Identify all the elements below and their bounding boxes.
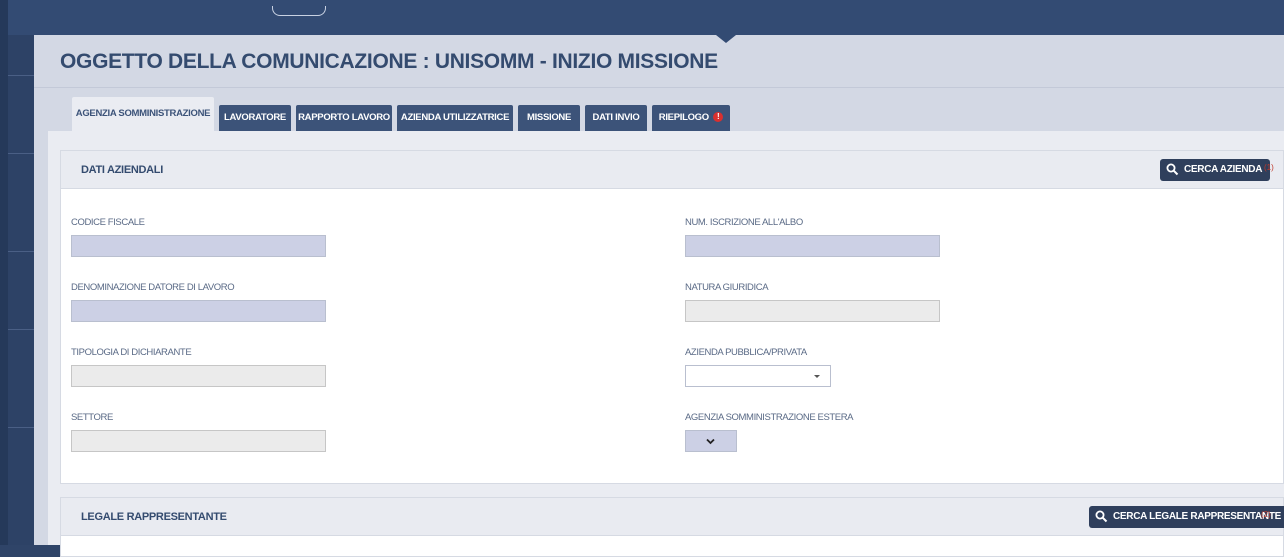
header-pointer <box>716 35 736 43</box>
top-header-bar <box>0 0 1284 43</box>
azienda-pubblica-privata-label: AZIENDA PUBBLICA/PRIVATA <box>685 347 807 358</box>
settore-input <box>71 430 326 452</box>
tab-rapporto-lavoro[interactable]: RAPPORTO LAVORO <box>296 105 392 131</box>
sidebar-divider <box>8 251 34 252</box>
tab-agenzia-somministrazione[interactable]: AGENZIA SOMMINISTRAZIONE <box>72 97 214 131</box>
tab-label: RIEPILOGO <box>658 112 709 123</box>
settore-label: SETTORE <box>71 412 113 423</box>
panel-title: DATI AZIENDALI <box>81 164 163 176</box>
button-label: CERCA LEGALE RAPPRESENTANTE <box>1113 511 1282 522</box>
sidebar-divider <box>8 153 34 154</box>
main-content: OGGETTO DELLA COMUNICAZIONE : UNISOMM - … <box>34 35 1284 557</box>
chevron-down-icon <box>706 438 715 445</box>
tab-lavoratore[interactable]: LAVORATORE <box>219 105 291 131</box>
search-icon <box>1166 163 1179 176</box>
caret-down-icon <box>814 375 820 378</box>
tab-label: AZIENDA UTILIZZATRICE <box>400 112 510 123</box>
search-icon <box>1095 510 1108 523</box>
cerca-legale-rappresentante-button[interactable]: CERCA LEGALE RAPPRESENTANTE <box>1089 506 1284 528</box>
num-iscrizione-input[interactable] <box>685 235 940 257</box>
panel-header: DATI AZIENDALI CERCA AZIENDA (1) <box>61 151 1283 189</box>
tab-label: AGENZIA SOMMINISTRAZIONE <box>75 108 211 119</box>
tipologia-label: TIPOLOGIA DI DICHIARANTE <box>71 347 192 358</box>
agenzia-estera-label: AGENZIA SOMMINISTRAZIONE ESTERA <box>685 412 854 423</box>
num-iscrizione-label: NUM. ISCRIZIONE ALL'ALBO <box>685 217 803 228</box>
footnote-marker: (2) <box>1261 510 1271 519</box>
natura-giuridica-input <box>685 300 940 322</box>
tab-label: MISSIONE <box>526 112 572 123</box>
panel-header: LEGALE RAPPRESENTANTE CERCA LEGALE RAPPR… <box>61 498 1284 536</box>
natura-giuridica-label: NATURA GIURIDICA <box>685 282 769 293</box>
tipologia-input <box>71 365 326 387</box>
denominazione-label: DENOMINAZIONE DATORE DI LAVORO <box>71 282 235 293</box>
footnote-marker: (1) <box>1264 163 1274 172</box>
denominazione-input[interactable] <box>71 300 326 322</box>
panel-dati-aziendali: DATI AZIENDALI CERCA AZIENDA (1) CODICE … <box>60 150 1284 484</box>
cerca-azienda-button[interactable]: CERCA AZIENDA <box>1160 159 1271 181</box>
sidebar-divider <box>8 427 34 428</box>
codice-fiscale-label: CODICE FISCALE <box>71 217 145 228</box>
panel-legale-rappresentante: LEGALE RAPPRESENTANTE CERCA LEGALE RAPPR… <box>60 497 1284 557</box>
left-sidebar <box>8 35 34 545</box>
tab-label: DATI INVIO <box>592 112 640 123</box>
tab-missione[interactable]: MISSIONE <box>518 105 580 131</box>
tab-dati-invio[interactable]: DATI INVIO <box>585 105 647 131</box>
panel-title: LEGALE RAPPRESENTANTE <box>81 511 227 523</box>
tab-riepilogo[interactable]: RIEPILOGO ! <box>652 105 730 131</box>
agenzia-estera-select[interactable] <box>685 430 737 452</box>
tab-label: LAVORATORE <box>224 112 286 123</box>
tab-label: RAPPORTO LAVORO <box>298 112 390 123</box>
sidebar-divider <box>8 75 34 76</box>
left-rail <box>0 0 8 545</box>
tab-azienda-utilizzatrice[interactable]: AZIENDA UTILIZZATRICE <box>397 105 513 131</box>
button-label: CERCA AZIENDA <box>1184 164 1263 175</box>
sidebar-divider <box>8 329 34 330</box>
codice-fiscale-input[interactable] <box>71 235 326 257</box>
title-row: OGGETTO DELLA COMUNICAZIONE : UNISOMM - … <box>34 35 1284 88</box>
exclamation-icon: ! <box>713 112 724 123</box>
header-menu-handle[interactable] <box>272 6 326 16</box>
azienda-pubblica-privata-select[interactable] <box>685 365 831 387</box>
page-title: OGGETTO DELLA COMUNICAZIONE : UNISOMM - … <box>60 50 718 73</box>
